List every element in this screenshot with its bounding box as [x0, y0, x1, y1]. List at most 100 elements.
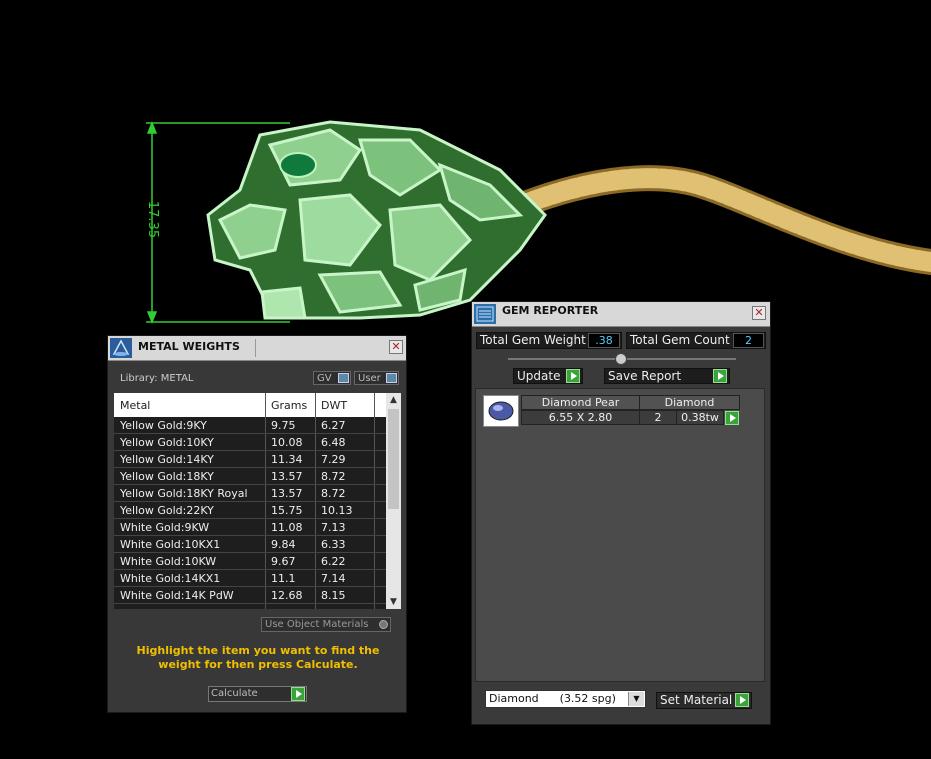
col-grams[interactable]: Grams: [271, 399, 307, 412]
gem-size-cell: 6.55 X 2.80: [521, 410, 640, 425]
cell-metal: Yellow Gold:10KY: [120, 436, 214, 449]
table-row[interactable]: White Gold:10KX1 9.84 6.33: [114, 536, 386, 553]
calculate-button[interactable]: Calculate: [208, 686, 307, 702]
jewelry-model: [146, 120, 931, 325]
panther-head-pendant: [206, 120, 547, 320]
cell-grams: 11.34: [271, 453, 303, 466]
table-row[interactable]: Yellow Gold:9KY 9.75 6.27: [114, 417, 386, 434]
total-gem-count-value: 2: [733, 333, 764, 348]
cell-dwt: 8.72: [321, 487, 346, 500]
gem-material-cell: Diamond: [639, 395, 740, 410]
cell-metal: Yellow Gold:9KY: [120, 419, 207, 432]
table-row[interactable]: Yellow Gold:14KY 11.34 7.29: [114, 451, 386, 468]
cell-metal: White Gold:9KW: [120, 521, 210, 534]
table-row[interactable]: Yellow Gold:22KY 15.75 10.13: [114, 502, 386, 519]
use-object-materials-toggle[interactable]: Use Object Materials: [261, 617, 391, 632]
cell-dwt: 6.22: [321, 555, 346, 568]
cell-grams: 12.68: [271, 589, 303, 602]
titlebar-divider: [255, 339, 256, 357]
library-label: Library: METAL: [120, 373, 194, 384]
cell-metal: White Gold:14K PdW: [120, 589, 234, 602]
rope-chain: [492, 165, 931, 275]
radio-icon: [379, 620, 388, 629]
update-label: Update: [517, 369, 561, 383]
calculate-hint: Highlight the item you want to find the …: [136, 644, 380, 671]
report-slider-knob[interactable]: [615, 353, 627, 365]
total-gem-count-label: Total Gem Count: [630, 333, 730, 347]
cell-grams: 10.08: [271, 436, 303, 449]
table-row[interactable]: White Gold:9KW 11.08 7.13: [114, 519, 386, 536]
metal-table-header: Metal Grams DWT: [114, 393, 386, 417]
table-row[interactable]: Yellow Gold:18KY Royal 13.57 8.72: [114, 485, 386, 502]
total-gem-weight-value: .38: [588, 333, 620, 348]
metal-close-button[interactable]: ✕: [389, 340, 403, 354]
save-report-label: Save Report: [608, 369, 682, 383]
play-arrow-icon: [566, 369, 580, 383]
cell-grams: 9.84: [271, 538, 296, 551]
cell-grams: 9.75: [271, 419, 296, 432]
cell-metal: Yellow Gold:14KY: [120, 453, 214, 466]
cell-dwt: 6.33: [321, 538, 346, 551]
cell-metal: White Gold:10KW: [120, 555, 217, 568]
cell-dwt: 7.14: [321, 572, 346, 585]
gv-toggle[interactable]: GV: [313, 371, 351, 385]
table-row[interactable]: White Gold:10KW 9.67 6.22: [114, 553, 386, 570]
gem-count-cell: 2: [639, 410, 677, 425]
gem-weight-cell: 0.38tw: [676, 410, 724, 425]
material-select[interactable]: Diamond (3.52 spg) ▼: [485, 690, 646, 708]
cell-grams: 13.57: [271, 487, 303, 500]
cell-dwt: 6.27: [321, 419, 346, 432]
pear-diamond-icon: [488, 401, 514, 421]
play-arrow-icon: [713, 369, 727, 383]
metal-weights-icon: [110, 338, 132, 358]
cell-metal: Yellow Gold:18KY: [120, 470, 214, 483]
metal-table: Metal Grams DWT Yellow Gold:9KY 9.75 6.27 Y…: [114, 393, 401, 609]
scroll-thumb[interactable]: [388, 409, 399, 509]
dimension-label: 17.35: [145, 200, 161, 239]
cell-metal: Yellow Gold:22KY: [120, 504, 214, 517]
table-row[interactable]: Yellow Gold:10KY 10.08 6.48: [114, 434, 386, 451]
metal-weights-panel: METAL WEIGHTS ✕ Library: METAL GV User M…: [107, 335, 407, 713]
save-report-button[interactable]: Save Report: [604, 368, 730, 384]
cell-dwt: 8.15: [321, 589, 346, 602]
gem-reporter-title: GEM REPORTER: [502, 304, 599, 317]
cell-dwt: 8.72: [321, 470, 346, 483]
col-metal[interactable]: Metal: [120, 399, 150, 412]
cell-metal: White Gold:14KX1: [120, 572, 221, 585]
metal-weights-titlebar[interactable]: METAL WEIGHTS ✕: [108, 336, 406, 361]
scroll-up-icon[interactable]: ▲: [386, 393, 401, 407]
table-row[interactable]: White Gold:14KX1 11.1 7.14: [114, 570, 386, 587]
cell-grams: 11.08: [271, 521, 303, 534]
update-button[interactable]: Update: [513, 368, 583, 384]
play-arrow-icon: [291, 687, 305, 701]
set-material-button[interactable]: Set Material: [656, 692, 752, 709]
scroll-down-icon[interactable]: ▼: [386, 595, 401, 609]
metal-table-scrollbar[interactable]: ▲ ▼: [386, 393, 401, 609]
cell-dwt: 7.29: [321, 453, 346, 466]
total-gem-weight-label: Total Gem Weight: [480, 333, 586, 347]
cell-metal: White Gold:10KX1: [120, 538, 221, 551]
gem-close-button[interactable]: ✕: [752, 306, 766, 320]
use-object-materials-label: Use Object Materials: [265, 619, 369, 630]
gv-toggle-icon: [338, 373, 349, 383]
gem-item-thumbnail[interactable]: [483, 395, 519, 427]
user-label: User: [358, 373, 381, 384]
cell-grams: 13.57: [271, 470, 303, 483]
user-toggle-icon: [386, 373, 397, 383]
col-dwt[interactable]: DWT: [321, 399, 347, 412]
gem-shape-cell: Diamond Pear: [521, 395, 640, 410]
gem-expand-arrow-icon[interactable]: [725, 411, 739, 425]
play-arrow-icon: [735, 693, 749, 707]
metal-weights-title: METAL WEIGHTS: [138, 340, 240, 353]
table-row[interactable]: Yellow Gold:18KY 13.57 8.72: [114, 468, 386, 485]
set-material-label: Set Material: [660, 693, 733, 707]
cell-dwt: 7.13: [321, 521, 346, 534]
user-toggle[interactable]: User: [354, 371, 399, 385]
cell-metal: Yellow Gold:18KY Royal: [120, 487, 248, 500]
gem-reporter-icon: [474, 304, 496, 324]
gem-reporter-panel: GEM REPORTER ✕ Total Gem Weight .38 Tota…: [471, 301, 771, 725]
table-row[interactable]: White Gold:14K PdW 12.68 8.15: [114, 587, 386, 604]
gem-reporter-titlebar[interactable]: GEM REPORTER ✕: [472, 302, 770, 327]
cell-dwt: 10.13: [321, 504, 353, 517]
chevron-down-icon: ▼: [628, 692, 644, 706]
